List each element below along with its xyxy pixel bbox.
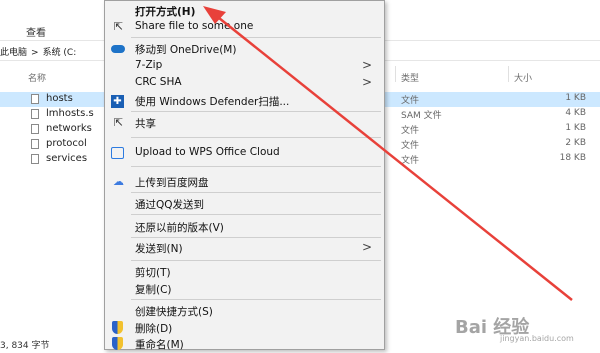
column-separator[interactable] <box>508 66 509 82</box>
menu-item-label: 使用 Windows Defender扫描... <box>135 96 290 108</box>
defender-icon: ✚ <box>111 95 124 108</box>
chevron-right-icon: > <box>361 75 372 89</box>
context-menu: 打开方式(H) ⇱ Share file to some one 移动到 One… <box>104 0 385 353</box>
uac-shield-icon <box>112 337 123 350</box>
file-size: 1 KB <box>565 123 586 133</box>
menu-item-label: CRC SHA <box>135 76 182 88</box>
file-size: 2 KB <box>565 138 586 148</box>
share-icon: ⇱ <box>113 116 124 129</box>
file-size: 18 KB <box>559 153 586 163</box>
column-header-size[interactable]: 大小 <box>514 71 532 84</box>
file-name: networks <box>46 123 92 134</box>
watermark-url: jingyan.baidu.com <box>500 334 574 343</box>
menu-item-share[interactable]: ⇱ 共享 <box>105 114 384 132</box>
menu-item-label: 通过QQ发送到 <box>135 199 205 211</box>
menu-item-copy[interactable]: 复制(C) <box>105 280 384 298</box>
baidu-cloud-icon: ☁ <box>113 175 124 188</box>
column-header-name[interactable]: 名称 <box>28 71 46 84</box>
menu-item-label: 创建快捷方式(S) <box>135 306 213 318</box>
file-type: SAM 文件 <box>401 111 442 121</box>
status-bar: 3, 834 字节 <box>0 341 50 351</box>
menu-item-label: 剪切(T) <box>135 267 171 279</box>
file-icon <box>31 139 39 149</box>
file-type: 文件 <box>401 96 420 106</box>
chevron-right-icon: > <box>361 240 372 254</box>
share-icon: ⇱ <box>113 20 124 33</box>
menu-item-label: 共享 <box>135 118 156 130</box>
menu-item-label: 移动到 OneDrive(M) <box>135 44 237 56</box>
menu-item-upload-wps[interactable]: Upload to WPS Office Cloud <box>105 144 384 162</box>
file-size: 1 KB <box>565 93 586 103</box>
menu-item-label: Share file to some one <box>135 20 254 32</box>
breadcrumb-system-drive[interactable]: 系统 (C: <box>43 48 77 58</box>
menu-item-share-file[interactable]: ⇱ Share file to some one <box>105 18 384 36</box>
menu-item-restore-versions[interactable]: 还原以前的版本(V) <box>105 218 384 236</box>
file-type: 文件 <box>401 126 420 136</box>
menu-item-send-to[interactable]: 发送到(N) > <box>105 239 384 257</box>
menu-item-rename[interactable]: 重命名(M) <box>105 335 384 353</box>
menu-item-cut[interactable]: 剪切(T) <box>105 263 384 281</box>
menu-divider <box>131 37 381 38</box>
breadcrumb[interactable]: 此电脑 > 系统 (C: <box>0 45 80 59</box>
column-header-type[interactable]: 类型 <box>401 71 419 84</box>
onedrive-icon <box>111 45 125 53</box>
menu-divider <box>131 260 381 261</box>
menu-divider <box>131 111 381 112</box>
file-name: lmhosts.s <box>46 108 94 119</box>
file-icon <box>31 94 39 104</box>
file-type: 文件 <box>401 141 420 151</box>
file-icon <box>31 154 39 164</box>
chevron-right-icon: > <box>361 58 372 72</box>
menu-item-label: 复制(C) <box>135 284 172 296</box>
menu-item-label: 上传到百度网盘 <box>135 177 209 189</box>
menu-item-label: 发送到(N) <box>135 243 183 255</box>
file-icon <box>31 109 39 119</box>
uac-shield-icon <box>112 321 123 334</box>
menu-divider <box>131 192 381 193</box>
menu-divider <box>131 166 381 167</box>
file-icon <box>31 124 39 134</box>
menu-item-upload-baidu[interactable]: ☁ 上传到百度网盘 <box>105 173 384 191</box>
breadcrumb-this-pc[interactable]: 此电脑 <box>0 48 27 58</box>
menu-divider <box>131 214 381 215</box>
file-name: services <box>46 153 88 164</box>
menu-item-7zip[interactable]: 7-Zip > <box>105 57 384 75</box>
file-type: 文件 <box>401 156 420 166</box>
menu-item-crc-sha[interactable]: CRC SHA > <box>105 74 384 92</box>
menu-item-create-shortcut[interactable]: 创建快捷方式(S) <box>105 302 384 320</box>
menu-item-defender-scan[interactable]: ✚ 使用 Windows Defender扫描... <box>105 92 384 110</box>
menu-item-label: Upload to WPS Office Cloud <box>135 146 280 158</box>
menu-divider <box>131 237 381 238</box>
menu-item-send-via-qq[interactable]: 通过QQ发送到 <box>105 195 384 213</box>
menu-divider <box>131 137 381 138</box>
file-name: hosts <box>46 93 73 104</box>
menu-divider <box>131 299 381 300</box>
menu-item-move-to-onedrive[interactable]: 移动到 OneDrive(M) <box>105 40 384 58</box>
menu-item-label: 还原以前的版本(V) <box>135 222 224 234</box>
breadcrumb-separator: > <box>31 48 39 58</box>
file-size: 4 KB <box>565 108 586 118</box>
menu-item-label: 删除(D) <box>135 323 173 335</box>
menu-item-label: 打开方式(H) <box>135 6 196 18</box>
file-name: protocol <box>46 138 87 149</box>
wps-cloud-icon <box>111 147 124 159</box>
ribbon-tab-view[interactable]: 查看 <box>26 24 46 39</box>
column-separator[interactable] <box>395 66 396 82</box>
menu-item-label: 7-Zip <box>135 59 163 71</box>
